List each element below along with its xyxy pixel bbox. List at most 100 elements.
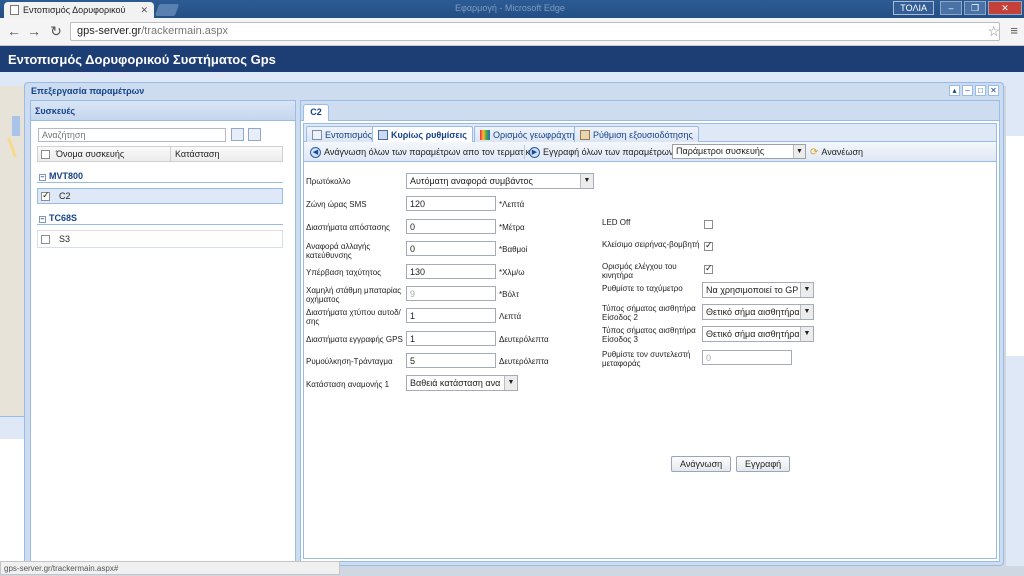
transfer-factor-input[interactable]: 0 — [702, 350, 792, 365]
read-all-button[interactable]: ◀ Ανάγνωση όλων των παραμέτρων απο τον τε… — [310, 145, 535, 159]
dialog-title: Επεξεργασία παραμέτρων — [31, 86, 145, 96]
device-row[interactable]: C2 — [37, 188, 283, 204]
heading-unit: *Βαθμοί — [499, 245, 528, 254]
shock-interval-input[interactable]: 1 — [406, 308, 496, 323]
timezone-input[interactable]: 120 — [406, 196, 496, 211]
siren-checkbox[interactable] — [704, 240, 713, 251]
chevron-down-icon: ▼ — [504, 376, 517, 390]
window-title: Εφαρμογή - Microsoft Edge — [455, 3, 565, 13]
read-button[interactable]: Ανάγνωση — [671, 456, 732, 472]
device-search-input[interactable] — [38, 128, 226, 142]
url-input[interactable]: gps-server.gr/trackermain.aspx — [70, 22, 1000, 41]
timezone-unit: *Λεπτά — [499, 200, 525, 209]
browser-tabbar: Εντοπισμός Δορυφορικού ✕ Εφαρμογή - Micr… — [0, 0, 1024, 18]
background-right-panel — [1006, 86, 1024, 566]
reload-icon[interactable]: ↻ — [48, 23, 64, 39]
app-title: Εντοπισμός Δορυφορικού Συστήματος Gps — [0, 46, 1024, 72]
write-all-button[interactable]: ▶ Εγγραφή όλων των παραμέτρων — [529, 145, 673, 159]
voltage-unit: *Βόλτ — [499, 290, 519, 299]
gps-unit: Δευτερόλεπτα — [499, 335, 549, 344]
maximize-icon[interactable]: ❐ — [964, 1, 986, 15]
standby-select[interactable]: Βαθειά κατάσταση ανα ▼ — [406, 375, 518, 391]
collapse-group-icon[interactable]: – — [39, 216, 46, 223]
tab-label: Ρύθμιση εξουσιοδότησης — [593, 129, 693, 140]
input2-value: Θετικό σήμα αισθητήρα — [706, 307, 800, 317]
device-checkbox[interactable] — [41, 234, 50, 244]
tab-geofence[interactable]: Ορισμός γεωφράχτη — [474, 126, 581, 142]
browser-menu-icon[interactable]: ≡ — [1010, 23, 1018, 38]
devices-grid-header: Όνομα συσκευής Κατάσταση — [37, 146, 283, 162]
user-badge[interactable]: ΤΟΛΙΑ — [893, 1, 934, 15]
select-all-checkbox[interactable] — [41, 149, 50, 159]
engine-control-label: Ορισμός ελέγχου του κινητήρα — [602, 262, 677, 280]
col-status[interactable]: Κατάσταση — [171, 149, 219, 159]
odometer-value: Να χρησιμοποιεί το GP — [706, 285, 799, 295]
device-group[interactable]: – MVT800 — [37, 169, 283, 183]
group-name: TC68S — [49, 213, 78, 223]
heading-change-input[interactable]: 0 — [406, 241, 496, 256]
device-row[interactable]: S3 — [37, 230, 283, 248]
save-button[interactable]: Εγγραφή — [736, 456, 791, 472]
close-window-icon[interactable]: ✕ — [988, 1, 1022, 15]
gps-interval-input[interactable]: 1 — [406, 331, 496, 346]
heading-change-label: Αναφορά αλλαγής κατεύθυνσης — [306, 242, 371, 260]
overspeed-label: Υπέρβαση ταχύτητος — [306, 268, 382, 277]
arrow-right-icon: ▶ — [529, 146, 540, 158]
device-name: C2 — [59, 191, 71, 201]
url-host: gps-server.gr — [77, 25, 142, 37]
minimize-icon[interactable]: – — [940, 1, 962, 15]
distance-unit: *Μέτρα — [499, 223, 525, 232]
input3-label: Τύπος σήματος αισθητήρα Είσοδος 3 — [602, 326, 696, 344]
parameters-select-value: Παράμετροι συσκευής — [676, 146, 765, 156]
filter-icon[interactable] — [248, 128, 261, 141]
tow-label: Ρυμούλκηση-Τράνταγμα — [306, 357, 393, 366]
timezone-label: Ζώνη ώρας SMS — [306, 200, 367, 209]
edit-parameters-dialog: Επεξεργασία παραμέτρων ▴ – □ ✕ Συσκευές … — [24, 82, 1004, 566]
close-dialog-icon[interactable]: ✕ — [988, 85, 999, 96]
tab-tracking[interactable]: Εντοπισμός — [306, 126, 379, 142]
geofence-icon — [480, 129, 490, 140]
parameters-toolbar: ◀ Ανάγνωση όλων των παραμέτρων απο τον τε… — [304, 142, 996, 162]
led-off-checkbox[interactable] — [704, 220, 713, 229]
devices-header: Συσκευές — [31, 101, 295, 121]
new-tab-button[interactable] — [154, 4, 180, 16]
back-icon[interactable]: ← — [6, 23, 22, 39]
search-options-icon[interactable] — [231, 128, 244, 141]
tab-label: Κυρίως ρυθμίσεις — [391, 130, 467, 140]
minimize-dialog-icon[interactable]: – — [962, 85, 973, 96]
col-device-name[interactable]: Όνομα συσκευής — [53, 147, 171, 161]
chevron-down-icon: ▼ — [800, 305, 813, 319]
write-all-label: Εγγραφή όλων των παραμέτρων — [543, 147, 674, 157]
tab-authorization[interactable]: Ρύθμιση εξουσιοδότησης — [574, 126, 699, 142]
bookmark-star-icon[interactable]: ☆ — [987, 23, 1000, 40]
map-area[interactable] — [0, 86, 24, 416]
tab-device-c2[interactable]: C2 — [303, 104, 329, 121]
engine-control-checkbox[interactable] — [704, 263, 713, 274]
protocol-select[interactable]: Αυτόματη αναφορά συμβάντος ▼ — [406, 173, 594, 189]
odometer-select[interactable]: Να χρησιμοποιεί το GP ▼ — [702, 282, 814, 298]
overspeed-input[interactable]: 130 — [406, 264, 496, 279]
parameters-select[interactable]: Παράμετροι συσκευής ▼ — [672, 144, 806, 159]
input3-select[interactable]: Θετικό σήμα αισθητήρα ▼ — [702, 326, 814, 342]
page-icon — [10, 5, 19, 15]
collapse-icon[interactable]: ▴ — [949, 85, 960, 96]
tab-main-settings[interactable]: Κυρίως ρυθμίσεις — [372, 126, 473, 143]
forward-icon[interactable]: → — [26, 23, 42, 39]
device-settings-panel: C2 Εντοπισμός Κυρίως ρυθμίσεις Ορισμός γ… — [300, 100, 1000, 562]
standby-label: Κατάσταση αναμονής 1 — [306, 380, 390, 389]
device-group[interactable]: – TC68S — [37, 211, 283, 225]
close-tab-icon[interactable]: ✕ — [140, 5, 148, 16]
low-battery-input[interactable]: 9 — [406, 286, 496, 301]
main-settings-form: Πρωτόκολλο Αυτόματη αναφορά συμβάντος ▼ Ζ… — [304, 164, 996, 558]
input3-value: Θετικό σήμα αισθητήρα — [706, 329, 800, 339]
tow-input[interactable]: 5 — [406, 353, 496, 368]
device-checkbox[interactable] — [41, 190, 50, 201]
maximize-dialog-icon[interactable]: □ — [975, 85, 986, 96]
collapse-group-icon[interactable]: – — [39, 174, 46, 181]
distance-interval-input[interactable]: 0 — [406, 219, 496, 234]
refresh-icon: ⟳ — [810, 146, 819, 158]
refresh-button[interactable]: ⟳ Ανανέωση — [810, 145, 863, 159]
browser-tab[interactable]: Εντοπισμός Δορυφορικού ✕ — [4, 2, 154, 18]
input2-select[interactable]: Θετικό σήμα αισθητήρα ▼ — [702, 304, 814, 320]
browser-status-bar: gps-server.gr/trackermain.aspx# — [0, 561, 340, 575]
